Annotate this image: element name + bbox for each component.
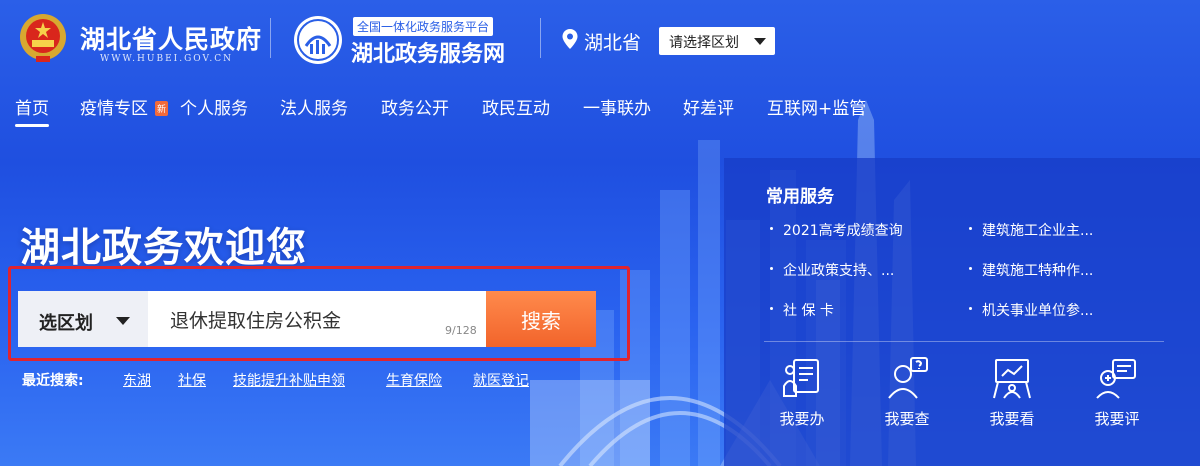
search-input[interactable] xyxy=(148,291,486,347)
service-link[interactable]: 机关事业单位参... xyxy=(968,300,1093,320)
form-icon xyxy=(783,359,819,397)
action-label: 我要看 xyxy=(989,410,1035,428)
chevron-down-icon xyxy=(116,317,130,325)
action-label: 我要办 xyxy=(779,410,825,428)
current-location: 湖北省 xyxy=(584,32,642,54)
action-handle[interactable]: 我要办 xyxy=(762,356,842,429)
region-select-label: 请选择区划 xyxy=(669,35,739,51)
panel-title: 常用服务 xyxy=(766,187,834,207)
nav-item-supervision[interactable]: 互联网+监管 xyxy=(767,94,866,119)
action-label: 我要查 xyxy=(884,410,930,428)
nav-item-home[interactable]: 首页 xyxy=(15,94,49,127)
header-divider xyxy=(270,18,271,58)
char-counter: 9/128 xyxy=(445,324,477,337)
header-divider xyxy=(540,18,541,58)
service-link[interactable]: 企业政策支持、... xyxy=(769,260,894,280)
recent-search-link[interactable]: 技能提升补贴申领 xyxy=(233,370,345,390)
area-select[interactable]: 选区划 xyxy=(18,291,148,347)
new-badge: 新 xyxy=(155,101,169,116)
action-query[interactable]: 我要查 xyxy=(867,356,947,429)
chevron-down-icon xyxy=(754,38,766,45)
nav-item-epidemic[interactable]: 疫情专区 xyxy=(80,94,148,119)
nav-item-interaction[interactable]: 政民互动 xyxy=(482,94,550,119)
search-button[interactable]: 搜索 xyxy=(486,291,596,347)
query-person-icon xyxy=(888,357,928,399)
search-bar: 选区划 9/128 搜索 xyxy=(18,291,596,347)
area-select-label: 选区划 xyxy=(39,313,93,334)
recent-searches: 最近搜索: 东湖 社保 技能提升补贴申领 生育保险 就医登记 xyxy=(22,370,622,392)
recent-searches-label: 最近搜索: xyxy=(22,373,84,389)
action-view[interactable]: 我要看 xyxy=(972,356,1052,429)
action-label: 我要评 xyxy=(1094,410,1140,428)
site-header: 湖北省人民政府 WWW.HUBEI.GOV.CN 全国一体化政务服务平台 湖北政… xyxy=(0,0,1200,80)
presentation-icon xyxy=(993,359,1031,399)
main-nav: 首页 疫情专区 新 个人服务 法人服务 政务公开 政民互动 一事联办 好差评 互… xyxy=(0,94,1200,128)
welcome-heading: 湖北政务欢迎您 xyxy=(20,225,307,271)
national-emblem-icon[interactable] xyxy=(18,12,68,64)
gov-site-title[interactable]: 湖北省人民政府 xyxy=(80,20,262,56)
nav-item-public-affairs[interactable]: 政务公开 xyxy=(381,94,449,119)
platform-title[interactable]: 湖北政务服务网 xyxy=(351,36,505,68)
service-link[interactable]: 2021高考成绩查询 xyxy=(770,220,903,240)
service-link[interactable]: 建筑施工特种作... xyxy=(968,260,1093,280)
region-select[interactable]: 请选择区划 xyxy=(659,27,775,55)
review-icon xyxy=(1096,359,1136,399)
platform-tag: 全国一体化政务服务平台 xyxy=(353,17,494,36)
recent-search-link[interactable]: 社保 xyxy=(178,370,206,390)
gov-site-url: WWW.HUBEI.GOV.CN xyxy=(100,54,234,64)
nav-item-corporate[interactable]: 法人服务 xyxy=(280,94,348,119)
recent-search-link[interactable]: 就医登记 xyxy=(473,370,529,390)
nav-item-one-stop[interactable]: 一事联办 xyxy=(583,94,651,119)
nav-item-personal[interactable]: 个人服务 xyxy=(180,94,248,119)
recent-search-link[interactable]: 东湖 xyxy=(123,370,151,390)
recent-search-link[interactable]: 生育保险 xyxy=(386,370,442,390)
action-review[interactable]: 我要评 xyxy=(1077,356,1157,429)
platform-logo-icon[interactable] xyxy=(292,14,344,66)
nav-item-rating[interactable]: 好差评 xyxy=(683,94,734,119)
location-pin-icon xyxy=(562,29,578,49)
service-link[interactable]: 社 保 卡 xyxy=(770,300,834,320)
common-services-panel: 常用服务 2021高考成绩查询 建筑施工企业主... 企业政策支持、... 建筑… xyxy=(724,158,1200,466)
panel-divider xyxy=(764,341,1164,342)
service-link[interactable]: 建筑施工企业主... xyxy=(968,220,1093,240)
